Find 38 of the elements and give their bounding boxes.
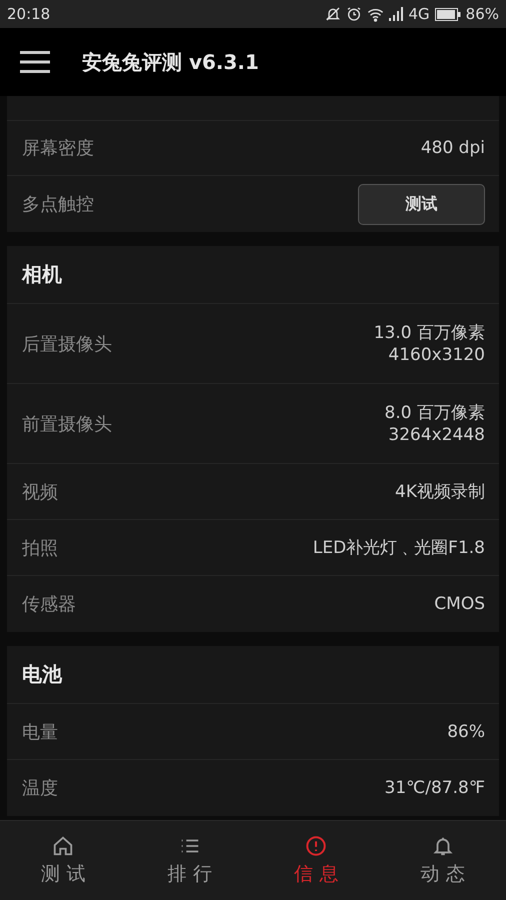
- menu-icon[interactable]: [20, 50, 50, 74]
- row-label: 电量: [22, 720, 58, 744]
- battery-percent: 86%: [466, 5, 499, 23]
- row-label: 视频: [22, 480, 58, 504]
- wifi-icon: [367, 6, 384, 22]
- row-value: 3264x2448: [387, 424, 485, 446]
- row-value: 4160x3120: [387, 344, 485, 366]
- row-label: 温度: [22, 777, 58, 800]
- row-value: 4K视频录制: [395, 480, 485, 502]
- alert-icon: [305, 834, 328, 856]
- nav-tab[interactable]: 排 行: [126, 821, 253, 900]
- section-title: 电池: [7, 646, 499, 704]
- section-title: 相机: [7, 246, 499, 304]
- app-title: 安兔兔评测 v6.3.1: [82, 48, 259, 76]
- home-icon: [52, 834, 74, 856]
- row-value: LED补光灯﹑光圈F1.8: [312, 536, 485, 558]
- nav-tab[interactable]: 测 试: [0, 821, 126, 900]
- row-label: 屏幕密度: [22, 137, 94, 160]
- signal-icon: [389, 7, 404, 21]
- row-label: 后置摄像头: [22, 332, 112, 356]
- bell-off-icon: [325, 6, 342, 22]
- row-label: 传感器: [22, 593, 76, 616]
- status-time: 20:18: [7, 5, 50, 23]
- alarm-icon: [346, 6, 362, 22]
- test-button[interactable]: 测试: [358, 184, 485, 224]
- row-value: 8.0 百万像素: [384, 402, 485, 424]
- row-value: 13.0 百万像素: [374, 322, 485, 344]
- row-label: 拍照: [22, 536, 58, 560]
- nav-tab[interactable]: 信 息: [253, 821, 380, 900]
- battery-icon: [434, 8, 461, 20]
- row-value: 480 dpi: [420, 137, 485, 159]
- row-label: 前置摄像头: [22, 412, 112, 436]
- network-type: 4G: [408, 5, 430, 23]
- row-label: 多点触控: [22, 193, 94, 216]
- row-value: 86%: [447, 720, 485, 742]
- row-value: CMOS: [434, 593, 485, 615]
- nav-tab[interactable]: 动 态: [380, 821, 506, 900]
- row-value: 31℃/87.8℉: [384, 777, 485, 799]
